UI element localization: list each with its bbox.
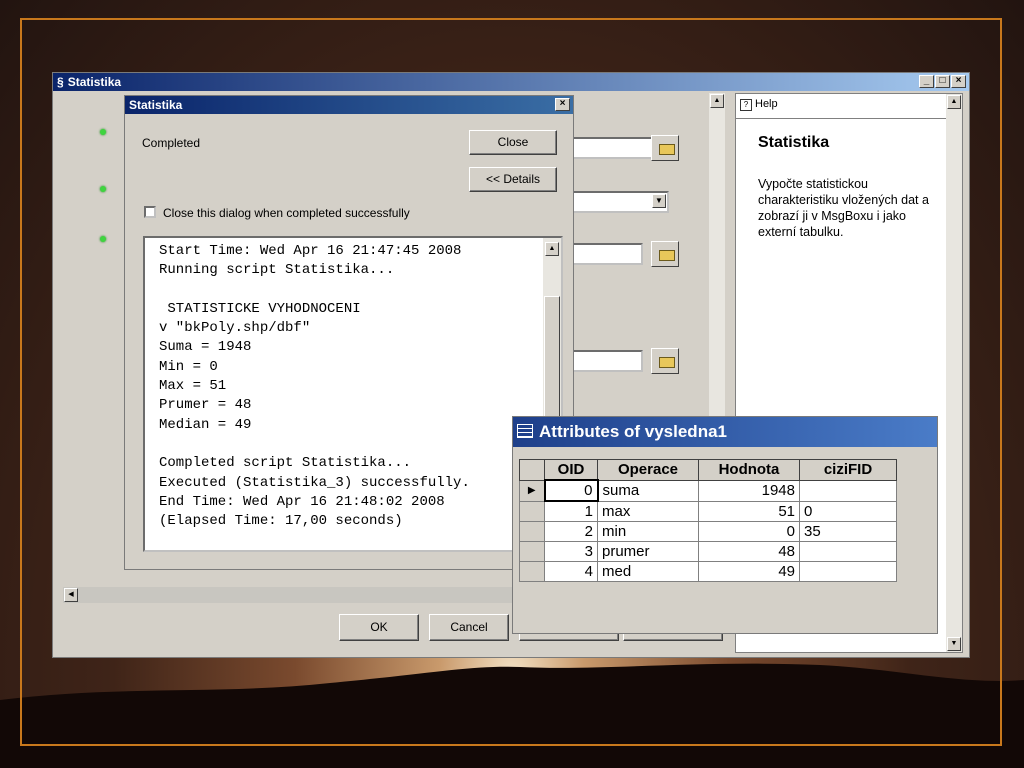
close-button[interactable]: Close [469,130,557,155]
cell-oid[interactable]: 1 [544,500,598,522]
status-text: Completed [142,136,201,150]
row-selector[interactable] [519,541,545,562]
table-row[interactable]: 3 prumer 48 [519,541,897,562]
main-window-title: Statistika [67,75,122,89]
row-selector[interactable] [519,500,545,522]
main-window-titlebar[interactable]: § Statistika [53,73,969,91]
attributes-table-area: OID Operace Hodnota ciziFID ▶ 0 suma 194… [517,455,935,631]
cancel-button[interactable]: Cancel [429,614,509,641]
row-selector-icon[interactable]: ▶ [519,479,545,502]
browse-folder-button[interactable] [651,135,679,161]
output-input[interactable] [571,243,643,265]
cell-cizifid[interactable] [799,479,897,502]
chevron-down-icon[interactable]: ▼ [652,194,666,208]
close-on-success-checkbox[interactable] [144,206,156,218]
table-row[interactable]: 4 med 49 [519,561,897,582]
cell-operace[interactable]: max [597,500,699,522]
column-header[interactable]: ciziFID [799,459,897,481]
help-title: Statistika [758,134,830,151]
folder-icon [659,357,675,368]
close-icon[interactable]: × [951,75,966,88]
cell-hodnota[interactable]: 49 [698,561,800,582]
details-button[interactable]: << Details [469,167,557,192]
field-dropdown[interactable]: ▼ [571,191,669,213]
row-selector[interactable] [519,561,545,582]
browse-folder-button[interactable] [651,348,679,374]
progress-dialog-title: Statistika [129,98,183,112]
status-dot [100,129,106,135]
help-tab[interactable]: ? Help [740,98,778,111]
scroll-up-icon[interactable]: ▲ [545,242,559,256]
help-tab-separator [736,118,946,119]
browse-folder-button[interactable] [651,241,679,267]
cell-cizifid[interactable]: 0 [799,500,897,522]
attributes-window: Attributes of vysledna1 OID Operace Hodn… [512,416,938,634]
cell-operace[interactable]: min [597,521,699,542]
scroll-down-icon[interactable]: ▼ [947,637,961,651]
attributes-table: OID Operace Hodnota ciziFID ▶ 0 suma 194… [519,459,897,582]
column-header[interactable]: Operace [597,459,699,481]
close-icon[interactable]: × [555,98,570,111]
status-dot [100,186,106,192]
cell-oid[interactable]: 4 [544,561,598,582]
log-panel: Start Time: Wed Apr 16 21:47:45 2008 Run… [143,236,563,552]
table-row[interactable]: 2 min 0 35 [519,521,897,542]
cell-cizifid[interactable] [799,561,897,582]
cell-hodnota[interactable]: 0 [698,521,800,542]
minimize-icon[interactable]: _ [919,75,934,88]
help-text: Vypočte statistickou charakteristiku vlo… [758,177,929,239]
scroll-left-icon[interactable]: ◀ [64,588,78,602]
row-header-corner [519,459,545,481]
cell-oid[interactable]: 0 [543,479,599,502]
cell-oid[interactable]: 2 [544,521,598,542]
status-dot [100,236,106,242]
attributes-title: Attributes of vysledna1 [539,422,727,441]
cell-cizifid[interactable] [799,541,897,562]
maximize-icon[interactable]: □ [935,75,950,88]
cell-operace[interactable]: prumer [597,541,699,562]
attributes-titlebar[interactable]: Attributes of vysledna1 [513,417,937,447]
log-text: Start Time: Wed Apr 16 21:47:45 2008 Run… [159,243,470,530]
column-header[interactable]: OID [544,459,598,481]
cell-operace[interactable]: med [597,561,699,582]
table-icon [517,424,533,438]
column-header[interactable]: Hodnota [698,459,800,481]
folder-icon [659,250,675,261]
cell-hodnota[interactable]: 48 [698,541,800,562]
close-on-success-label: Close this dialog when completed success… [163,206,410,220]
cell-oid[interactable]: 3 [544,541,598,562]
cell-cizifid[interactable]: 35 [799,521,897,542]
app-icon: § [57,75,64,89]
table-row[interactable]: ▶ 0 suma 1948 [519,479,897,502]
table-input[interactable] [571,350,643,372]
help-tab-label: Help [755,98,778,110]
folder-icon [659,144,675,155]
cell-operace[interactable]: suma [597,479,699,502]
table-row[interactable]: 1 max 51 0 [519,500,897,522]
cell-hodnota[interactable]: 1948 [698,479,800,502]
help-scrollbar[interactable]: ▲ ▼ [946,94,962,652]
help-icon: ? [740,99,752,111]
cell-hodnota[interactable]: 51 [698,500,800,522]
scroll-up-icon[interactable]: ▲ [947,95,961,109]
ok-button[interactable]: OK [339,614,419,641]
progress-dialog: Statistika × Completed Close << Details … [124,95,574,570]
row-selector[interactable] [519,521,545,542]
scroll-up-icon[interactable]: ▲ [710,94,724,108]
progress-dialog-titlebar[interactable]: Statistika [125,96,573,114]
